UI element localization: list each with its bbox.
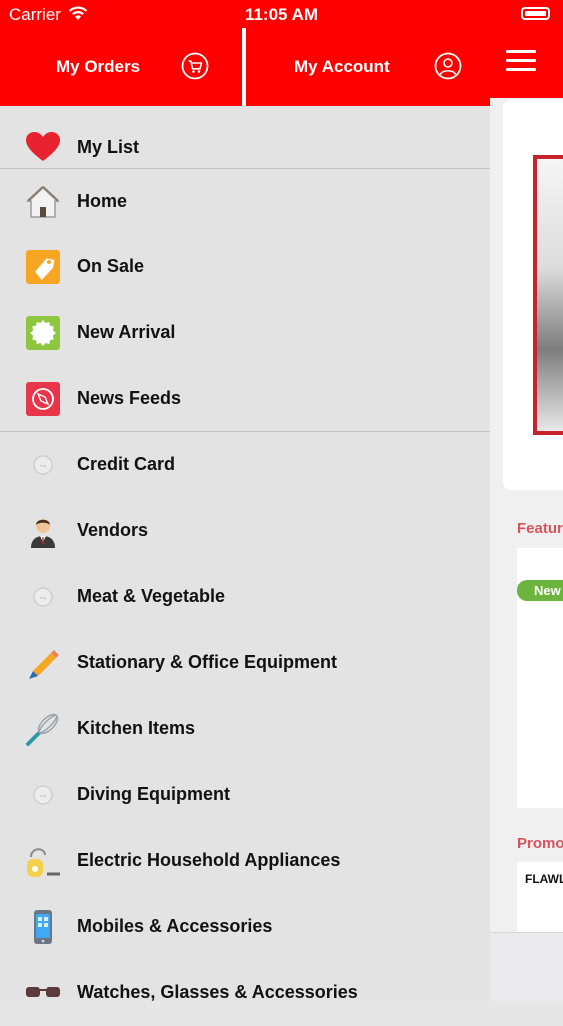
menu-item-label: News Feeds — [77, 388, 182, 408]
menu-item-electric-household[interactable]: Electric Household Appliances — [0, 828, 490, 894]
my-account-label: My Account — [294, 57, 390, 76]
new-badge: New — [517, 580, 563, 601]
menu-item-meat-vegetable[interactable]: img Meat & Vegetable — [0, 564, 490, 630]
menu-item-label: Electric Household Appliances — [77, 850, 341, 870]
promo-card-text: FLAWL — [525, 872, 563, 886]
menu-item-home[interactable]: Home — [0, 169, 490, 234]
vacuum-cleaner-icon — [25, 843, 61, 879]
status-bar: Carrier 11:05 AM — [0, 0, 563, 28]
menu-item-label: Credit Card — [77, 454, 176, 474]
promo-section-title: Promo — [517, 835, 563, 852]
main-header — [490, 28, 563, 98]
banner-card[interactable] — [503, 100, 563, 490]
placeholder-icon: img — [25, 447, 61, 483]
mobile-phone-icon — [25, 909, 61, 945]
my-orders-label: My Orders — [56, 57, 141, 76]
menu-item-label: On Sale — [77, 256, 145, 276]
menu-item-vendors[interactable]: Vendors — [0, 498, 490, 564]
my-orders-button[interactable]: My Orders — [0, 28, 242, 106]
glasses-icon — [25, 975, 61, 1011]
drawer-header: My Orders My Account — [0, 28, 490, 106]
menu-item-on-sale[interactable]: On Sale — [0, 234, 490, 300]
hamburger-menu-icon[interactable] — [506, 50, 536, 72]
menu-item-news-feeds[interactable]: News Feeds — [0, 366, 490, 431]
drawer-menu: My List Home On Sale New Arrival News Fe… — [0, 106, 490, 1026]
featured-section-title: Featur — [517, 520, 563, 537]
svg-text:img: img — [40, 463, 46, 468]
pencil-icon — [25, 645, 61, 681]
vendor-person-icon — [25, 513, 61, 549]
menu-item-label: Stationary & Office Equipment — [77, 652, 338, 672]
main-content-panel: Featur New Promo FLAWL — [490, 0, 563, 1001]
menu-item-label: My List — [77, 137, 140, 157]
promo-card[interactable]: FLAWL — [517, 862, 563, 932]
user-account-icon — [434, 52, 462, 85]
menu-item-mobiles[interactable]: Mobiles & Accessories — [0, 894, 490, 960]
compass-icon — [25, 381, 61, 417]
menu-item-label: New Arrival — [77, 322, 176, 342]
menu-item-label: Home — [77, 191, 128, 211]
placeholder-icon: img — [25, 777, 61, 813]
menu-item-watches-glasses[interactable]: Watches, Glasses & Accessories — [0, 960, 490, 1026]
whisk-icon — [25, 711, 61, 747]
menu-item-new-arrival[interactable]: New Arrival — [0, 300, 490, 366]
svg-text:img: img — [40, 595, 46, 600]
menu-item-credit-card[interactable]: img Credit Card — [0, 432, 490, 498]
bottom-bar — [490, 932, 563, 1001]
menu-item-my-list[interactable]: My List — [0, 106, 490, 168]
battery-icon — [521, 7, 550, 20]
heart-icon — [25, 129, 61, 165]
menu-item-label: Meat & Vegetable — [77, 586, 226, 606]
side-drawer: My Orders My Account My List Home On Sal… — [0, 0, 490, 1002]
new-badge-icon — [25, 315, 61, 351]
menu-item-label: Mobiles & Accessories — [77, 916, 273, 936]
status-time: 11:05 AM — [244, 5, 319, 24]
placeholder-icon: img — [25, 579, 61, 615]
cart-icon — [181, 52, 209, 85]
banner-image — [533, 155, 563, 435]
my-account-button[interactable]: My Account — [246, 28, 490, 106]
menu-item-label: Vendors — [77, 520, 149, 540]
menu-item-diving-equipment[interactable]: img Diving Equipment — [0, 762, 490, 828]
menu-item-label: Kitchen Items — [77, 718, 196, 738]
home-icon — [25, 184, 61, 220]
svg-text:img: img — [40, 793, 46, 798]
menu-item-kitchen-items[interactable]: Kitchen Items — [0, 696, 490, 762]
menu-item-stationary[interactable]: Stationary & Office Equipment — [0, 630, 490, 696]
menu-item-label: Diving Equipment — [77, 784, 230, 804]
sale-tag-icon — [25, 249, 61, 285]
